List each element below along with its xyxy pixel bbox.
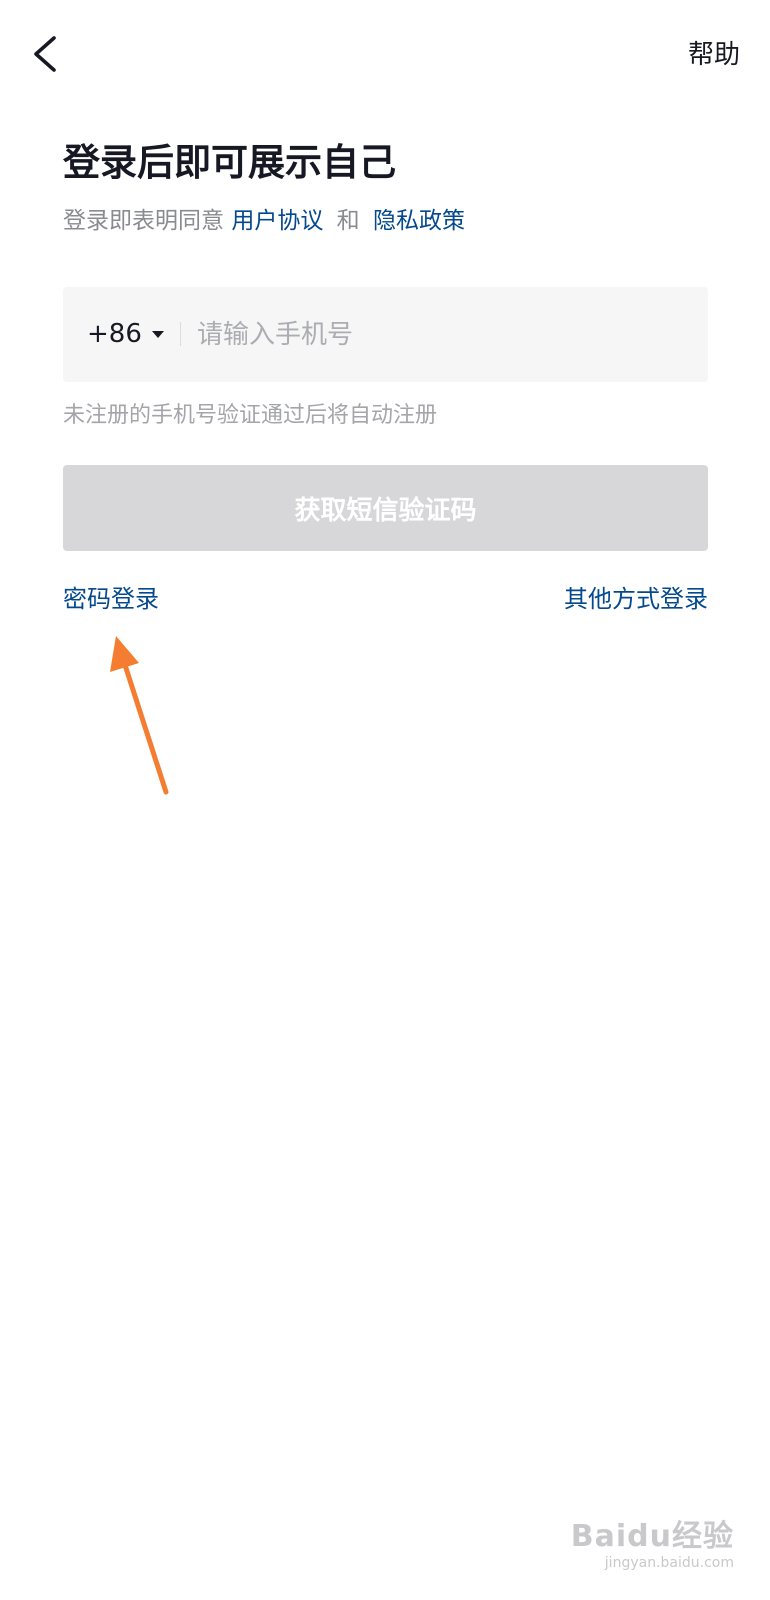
country-code: +86 — [87, 319, 142, 349]
privacy-policy-link[interactable]: 隐私政策 — [373, 208, 465, 234]
watermark-logo: Baidu经验 — [570, 1519, 734, 1554]
other-login-link[interactable]: 其他方式登录 — [564, 582, 708, 616]
page-title: 登录后即可展示自己 — [63, 141, 396, 184]
country-code-selector[interactable]: +86 — [87, 314, 164, 354]
agreement-conjunction: 和 — [336, 208, 360, 234]
password-login-link[interactable]: 密码登录 — [63, 582, 159, 616]
caret-down-icon — [151, 330, 164, 338]
agreement-prefix: 登录即表明同意 — [63, 208, 224, 234]
back-button[interactable] — [26, 32, 66, 76]
help-link[interactable]: 帮助 — [688, 38, 740, 72]
phone-input[interactable] — [195, 311, 689, 359]
watermark: Baidu经验 jingyan.baidu.com — [571, 1520, 734, 1572]
field-divider — [180, 322, 181, 346]
chevron-left-icon — [34, 36, 56, 72]
login-screen: 帮助 登录后即可展示自己 登录即表明同意 用户协议 和 隐私政策 +86 未注册… — [0, 0, 770, 1600]
get-sms-code-button[interactable]: 获取短信验证码 — [63, 465, 708, 551]
phone-field: +86 — [63, 287, 708, 382]
agreement-text: 登录即表明同意 用户协议 和 隐私政策 — [63, 204, 465, 238]
user-agreement-link[interactable]: 用户协议 — [231, 208, 323, 234]
annotation-arrow — [110, 636, 169, 795]
watermark-url: jingyan.baidu.com — [604, 1555, 734, 1571]
auto-register-hint: 未注册的手机号验证通过后将自动注册 — [63, 403, 438, 428]
